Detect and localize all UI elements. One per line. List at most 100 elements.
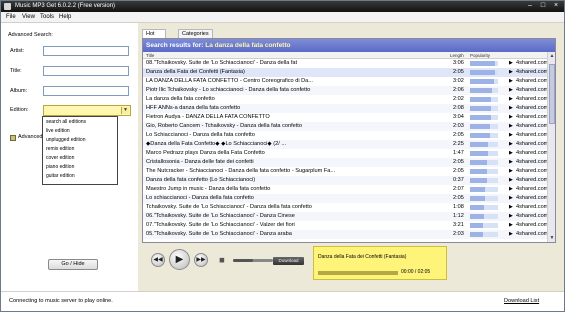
result-row[interactable]: 07."Tchaikovsky. Suite de 'Lo Schiaccian… [143,221,547,230]
edition-select[interactable]: ▼ [43,105,131,116]
result-row[interactable]: Maestro Jump in music - Danza della fata… [143,185,547,194]
play-icon[interactable]: ▶ [509,69,513,76]
play-icon[interactable]: ▶ [509,96,513,103]
song-title: Danza della Fata dei Confetti (Fantasia) [146,69,245,75]
scroll-down-icon[interactable]: ▼ [548,234,556,242]
result-row[interactable]: 06."Tchaikovsky. Suite de 'Lo Schiaccian… [143,212,547,221]
scroll-up-icon[interactable]: ▲ [548,52,556,60]
column-length[interactable]: Length [450,52,464,59]
result-row[interactable]: ◆Danza della Fata Confetto◆ ◆Lo Schiacci… [143,140,547,149]
column-title[interactable]: Title [146,52,154,59]
title-input[interactable] [43,66,129,76]
result-row[interactable]: Lo schiaccianoci - Danza della fata conf… [143,194,547,203]
play-icon[interactable]: ▶ [509,87,513,94]
result-row[interactable]: Danza della fata confetto (Lo Schiaccian… [143,176,547,185]
play-icon[interactable]: ▶ [509,177,513,184]
edition-option[interactable]: unplugged edition [46,137,85,144]
song-title: The Nutcracker - Schiaccianoci - Danza d… [146,168,336,174]
result-row[interactable]: Marco Pedrazz plays Danza della Fata Con… [143,149,547,158]
result-row[interactable]: HFF ANNs-a danza della fata confetto 2:08… [143,104,547,113]
next-icon[interactable]: ▶▶ [194,253,208,267]
popularity-bar [470,223,498,228]
song-source: 4shared.com [516,168,547,174]
menu-view[interactable]: View [22,14,35,21]
result-row[interactable]: Gio, Roberto Cancem - Tchaikovsky - Danz… [143,122,547,131]
advanced-search-panel: Advanced Search: Artist: Title: Album: E… [1,23,138,291]
result-row[interactable]: Lo Schiaccianoci - Danza della fata conf… [143,131,547,140]
edition-option[interactable]: guitar edition [46,173,75,180]
song-source: 4shared.com [516,69,547,75]
tab-hot-songs[interactable]: Hot Songs [142,29,166,45]
download-list-link[interactable]: Download List [504,298,539,305]
album-input[interactable] [43,86,129,96]
result-row[interactable]: Piotr Ilic Tchaikovsky - Lo schiaccianoc… [143,86,547,95]
menu-file[interactable]: File [6,14,16,21]
play-icon[interactable]: ▶ [509,186,513,193]
song-source: 4shared.com [516,96,547,102]
go-hide-button[interactable]: Go / Hide [48,259,98,270]
result-row[interactable]: 08."Tchaikovsky. Suite de 'Lo Schiaccian… [143,59,547,68]
column-popularity[interactable]: Popularity [470,52,490,59]
song-source: 4shared.com [516,123,547,129]
song-length: 2:07 [453,186,464,192]
scroll-thumb[interactable] [549,64,555,124]
maximize-icon[interactable]: □ [537,2,549,11]
tab-categories[interactable]: Categories [178,29,213,38]
play-icon[interactable]: ▶ [509,123,513,130]
song-length: 2:05 [453,159,464,165]
song-title: Cristallosonia - Danza delle fate dei co… [146,159,254,165]
result-row[interactable]: Fietron Audya - DANZA DELLA FATA CONFETT… [143,113,547,122]
play-icon[interactable]: ▶ [509,60,513,67]
playback-progress[interactable] [318,271,398,275]
result-row[interactable]: La danza della fata confetto 2:02 ▶ 4shared… [143,95,547,104]
previous-icon[interactable]: ◀◀ [151,253,165,267]
result-row[interactable]: Danza della Fata dei Confetti (Fantasia)… [143,68,547,77]
volume-slider[interactable] [233,259,273,262]
popularity-bar [470,232,498,237]
play-icon[interactable]: ▶ [509,132,513,139]
edition-option[interactable]: remix edition [46,146,74,153]
play-icon[interactable]: ▶ [509,78,513,85]
play-icon[interactable]: ▶ [509,213,513,220]
result-row[interactable]: 05."Tchaikovsky. Suite de 'Lo Schiaccian… [143,230,547,239]
chevron-down-icon[interactable]: ▼ [121,107,129,114]
play-icon[interactable]: ▶ [509,222,513,229]
menu-tools[interactable]: Tools [40,14,54,21]
result-row[interactable]: The Nutcracker - Schiaccianoci - Danza d… [143,167,547,176]
play-icon[interactable]: ▶ [509,195,513,202]
song-length: 2:03 [453,123,464,129]
song-source: 4shared.com [516,177,547,183]
play-icon[interactable]: ▶ [509,105,513,112]
minimize-icon[interactable]: – [524,2,536,11]
play-icon[interactable]: ▶ [509,168,513,175]
album-label: Album: [10,88,28,94]
play-icon[interactable]: ▶ [509,150,513,157]
popularity-bar [470,115,498,120]
play-icon[interactable]: ▶ [509,159,513,166]
play-icon[interactable]: ▶ [509,231,513,238]
play-icon[interactable]: ▶ [509,141,513,148]
result-row[interactable]: Tchaikovsky. Suite de 'Lo Schiaccianoci'… [143,203,547,212]
result-row[interactable]: LA DANZA DELLA FATA CONFETTO - Centro Co… [143,77,547,86]
edition-option[interactable]: cover edition [46,155,74,162]
edition-option[interactable]: piano edition [46,164,74,171]
app-icon [4,3,11,10]
now-playing-panel: Danza della Fata dei Confetti (Fantasia)… [313,246,447,280]
advanced-checkbox[interactable] [10,135,16,141]
play-icon[interactable]: ▶ [169,249,190,270]
play-icon[interactable]: ▶ [509,204,513,211]
song-length: 2:25 [453,141,464,147]
search-results-panel: Search results for: La danza della fata … [142,38,556,243]
play-icon[interactable]: ▶ [509,114,513,121]
app-window: Music MP3 Get 6.0.2.2 (Free version) – □… [0,0,565,312]
artist-input[interactable] [43,46,129,56]
result-row[interactable]: Cristallosonia - Danza delle fate dei co… [143,158,547,167]
song-length: 2:08 [453,105,464,111]
close-icon[interactable]: × [550,2,562,11]
menu-help[interactable]: Help [59,14,71,21]
edition-option[interactable]: live edition [46,128,70,135]
edition-option[interactable]: search all editions [46,119,86,126]
song-title: La danza della fata confetto [146,96,215,102]
download-button[interactable]: Download [273,257,304,265]
results-scrollbar[interactable]: ▲ ▼ [547,52,555,242]
